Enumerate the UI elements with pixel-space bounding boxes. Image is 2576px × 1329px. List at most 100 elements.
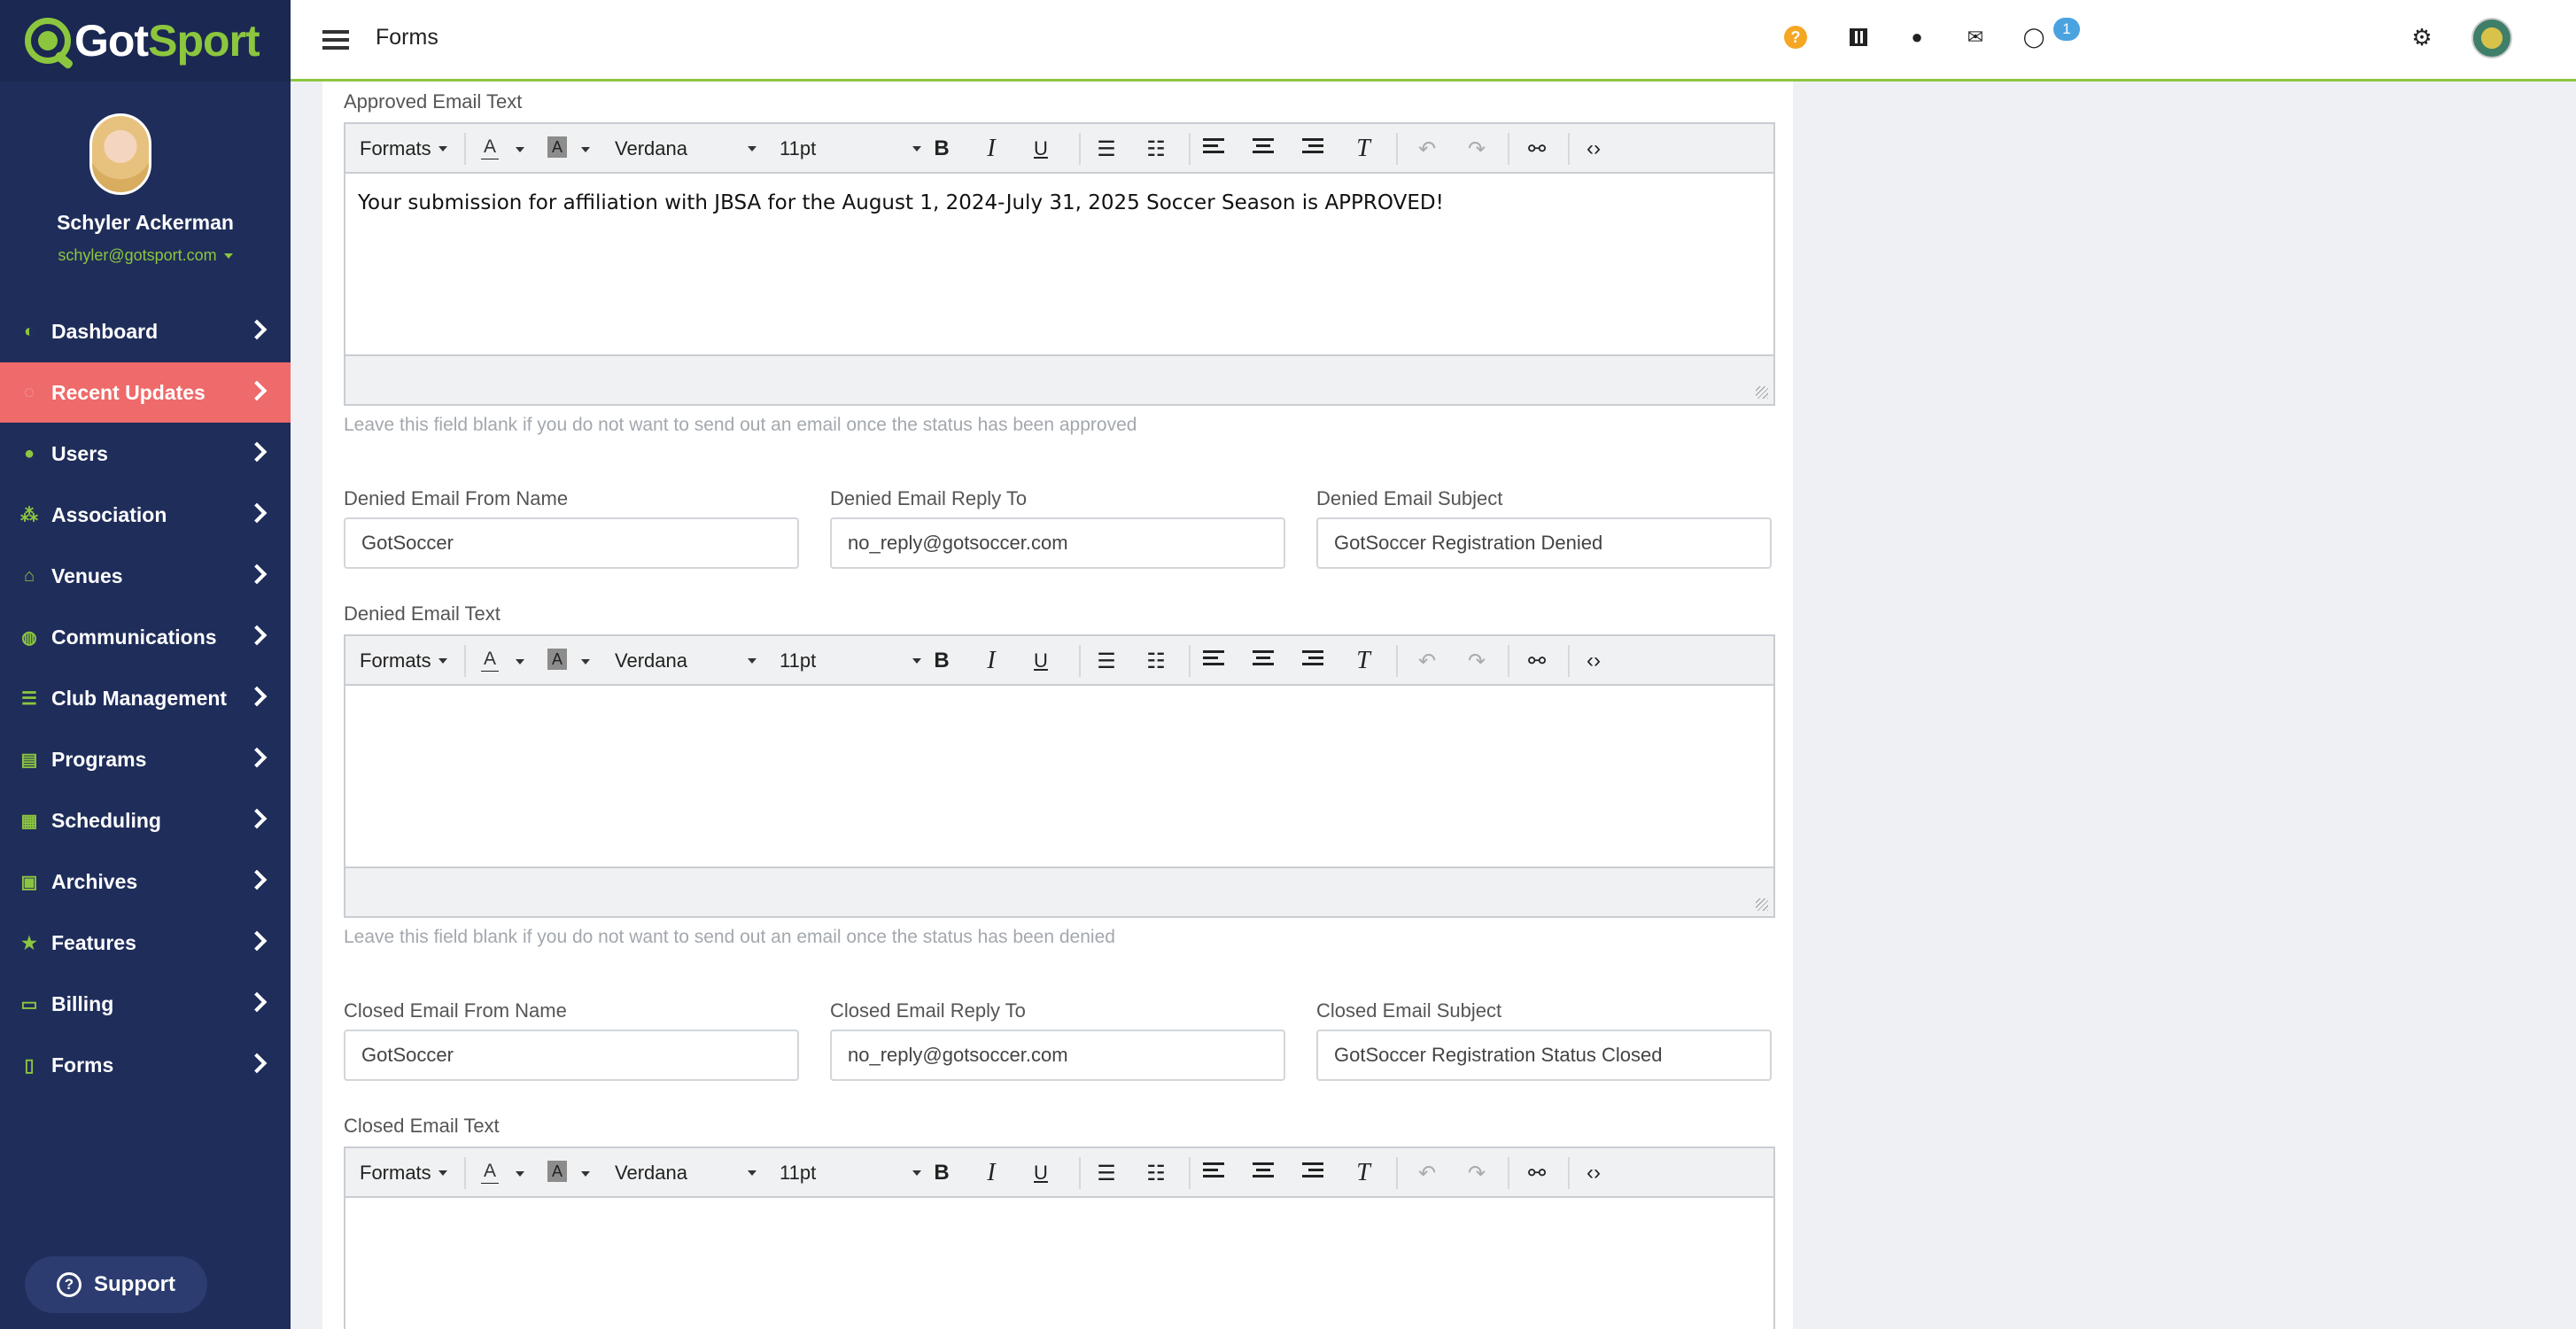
- envelope-icon[interactable]: ✉: [1961, 23, 1990, 51]
- font-family-select[interactable]: Verdana: [615, 133, 757, 165]
- link-icon[interactable]: ⚯: [1524, 135, 1550, 163]
- clear-formatting-icon[interactable]: T: [1350, 135, 1377, 163]
- sidebar-item-forms[interactable]: ▯ Forms: [0, 1035, 291, 1095]
- sidebar-item-venues[interactable]: ⌂ Venues: [0, 546, 291, 606]
- background-color-dropdown-icon[interactable]: [581, 1171, 590, 1177]
- font-size-select[interactable]: 11pt: [780, 1157, 921, 1189]
- sidebar-item-features[interactable]: ★ Features: [0, 913, 291, 973]
- closed-reply-input[interactable]: no_reply@gotsoccer.com: [830, 1030, 1285, 1081]
- underline-button[interactable]: U: [1028, 1159, 1054, 1187]
- editor-content[interactable]: [345, 1198, 1773, 1327]
- underline-button[interactable]: U: [1028, 135, 1054, 163]
- formats-dropdown[interactable]: Formats: [360, 645, 447, 677]
- profile-email-dropdown[interactable]: schyler@gotsport.com: [0, 246, 291, 265]
- sidebar-item-club-management[interactable]: ☰ Club Management: [0, 668, 291, 728]
- redo-icon[interactable]: ↷: [1463, 1159, 1490, 1187]
- formats-dropdown[interactable]: Formats: [360, 133, 447, 165]
- resize-handle-icon[interactable]: [1756, 386, 1768, 399]
- font-color-icon[interactable]: A: [480, 136, 500, 159]
- undo-icon[interactable]: ↶: [1414, 647, 1440, 675]
- sidebar-item-dashboard[interactable]: ◐ Dashboard: [0, 301, 291, 361]
- sidebar-item-users[interactable]: ● Users: [0, 424, 291, 484]
- background-color-dropdown-icon[interactable]: [581, 659, 590, 664]
- background-color-dropdown-icon[interactable]: [581, 147, 590, 152]
- font-color-dropdown-icon[interactable]: [516, 659, 524, 664]
- link-icon[interactable]: ⚯: [1524, 1159, 1550, 1187]
- clear-formatting-icon[interactable]: T: [1350, 1159, 1377, 1187]
- source-code-icon[interactable]: ‹›: [1580, 1159, 1607, 1187]
- denied-from-input[interactable]: GotSoccer: [344, 517, 799, 569]
- align-left-icon[interactable]: [1203, 138, 1224, 158]
- denied-reply-input[interactable]: no_reply@gotsoccer.com: [830, 517, 1285, 569]
- user-icon[interactable]: ●: [1903, 23, 1931, 51]
- font-size-select[interactable]: 11pt: [780, 133, 921, 165]
- editor-content[interactable]: [345, 686, 1773, 867]
- sidebar-item-programs[interactable]: ▤ Programs: [0, 729, 291, 789]
- hamburger-menu-icon[interactable]: [322, 30, 349, 50]
- font-color-dropdown-icon[interactable]: [516, 1171, 524, 1177]
- align-center-icon[interactable]: [1253, 138, 1274, 158]
- closed-from-input[interactable]: GotSoccer: [344, 1030, 799, 1081]
- denied-from-label: Denied Email From Name: [344, 487, 569, 509]
- redo-icon[interactable]: ↷: [1463, 647, 1490, 675]
- support-button[interactable]: ? Support: [25, 1256, 207, 1313]
- sidebar-item-scheduling[interactable]: ▦ Scheduling: [0, 790, 291, 851]
- font-color-icon[interactable]: A: [480, 1161, 500, 1184]
- bold-button[interactable]: B: [928, 135, 955, 163]
- bold-button[interactable]: B: [928, 1159, 955, 1187]
- underline-button[interactable]: U: [1028, 647, 1054, 675]
- sidebar-item-communications[interactable]: ◍ Communications: [0, 607, 291, 667]
- align-center-icon[interactable]: [1253, 1162, 1274, 1182]
- closed-subject-input[interactable]: GotSoccer Registration Status Closed: [1316, 1030, 1772, 1081]
- gotsport-logo[interactable]: GotSport: [0, 0, 291, 82]
- sidebar-item-association[interactable]: ⁂ Association: [0, 485, 291, 545]
- qr-code-icon[interactable]: [1844, 23, 1873, 51]
- bold-button[interactable]: B: [928, 647, 955, 675]
- bullet-list-icon[interactable]: ☰: [1093, 647, 1120, 675]
- denied-subject-label: Denied Email Subject: [1316, 487, 1503, 509]
- organization-avatar[interactable]: [2471, 18, 2512, 58]
- numbered-list-icon[interactable]: ☷: [1143, 647, 1169, 675]
- font-family-select[interactable]: Verdana: [615, 1157, 757, 1189]
- background-color-icon[interactable]: A: [547, 1161, 567, 1182]
- sidebar-item-billing[interactable]: ▭ Billing: [0, 974, 291, 1034]
- link-icon[interactable]: ⚯: [1524, 647, 1550, 675]
- italic-button[interactable]: I: [978, 1159, 1005, 1187]
- source-code-icon[interactable]: ‹›: [1580, 135, 1607, 163]
- denied-subject-input[interactable]: GotSoccer Registration Denied: [1316, 517, 1772, 569]
- bullet-list-icon[interactable]: ☰: [1093, 1159, 1120, 1187]
- italic-button[interactable]: I: [978, 647, 1005, 675]
- font-size-select[interactable]: 11pt: [780, 645, 921, 677]
- source-code-icon[interactable]: ‹›: [1580, 647, 1607, 675]
- undo-icon[interactable]: ↶: [1414, 135, 1440, 163]
- align-right-icon[interactable]: [1302, 1162, 1323, 1182]
- undo-icon[interactable]: ↶: [1414, 1159, 1440, 1187]
- align-left-icon[interactable]: [1203, 1162, 1224, 1182]
- resize-handle-icon[interactable]: [1756, 898, 1768, 911]
- help-icon[interactable]: ?: [1784, 26, 1807, 49]
- clear-formatting-icon[interactable]: T: [1350, 647, 1377, 675]
- profile-avatar[interactable]: [89, 113, 151, 195]
- align-right-icon[interactable]: [1302, 138, 1323, 158]
- dashboard-icon: ◐: [23, 321, 35, 341]
- align-right-icon[interactable]: [1302, 650, 1323, 670]
- chat-icon[interactable]: ◯: [2020, 23, 2048, 51]
- align-center-icon[interactable]: [1253, 650, 1274, 670]
- chevron-right-icon: [246, 686, 268, 707]
- font-color-dropdown-icon[interactable]: [516, 147, 524, 152]
- formats-dropdown[interactable]: Formats: [360, 1157, 447, 1189]
- background-color-icon[interactable]: A: [547, 649, 567, 670]
- font-color-icon[interactable]: A: [480, 649, 500, 672]
- font-family-select[interactable]: Verdana: [615, 645, 757, 677]
- sidebar-item-recent-updates[interactable]: ◌ Recent Updates: [0, 362, 291, 423]
- gear-icon[interactable]: ⚙: [2408, 23, 2436, 51]
- background-color-icon[interactable]: A: [547, 136, 567, 158]
- sidebar-item-archives[interactable]: ▣ Archives: [0, 851, 291, 912]
- redo-icon[interactable]: ↷: [1463, 135, 1490, 163]
- italic-button[interactable]: I: [978, 135, 1005, 163]
- bullet-list-icon[interactable]: ☰: [1093, 135, 1120, 163]
- align-left-icon[interactable]: [1203, 650, 1224, 670]
- editor-content[interactable]: Your submission for affiliation with JBS…: [345, 174, 1773, 354]
- numbered-list-icon[interactable]: ☷: [1143, 1159, 1169, 1187]
- numbered-list-icon[interactable]: ☷: [1143, 135, 1169, 163]
